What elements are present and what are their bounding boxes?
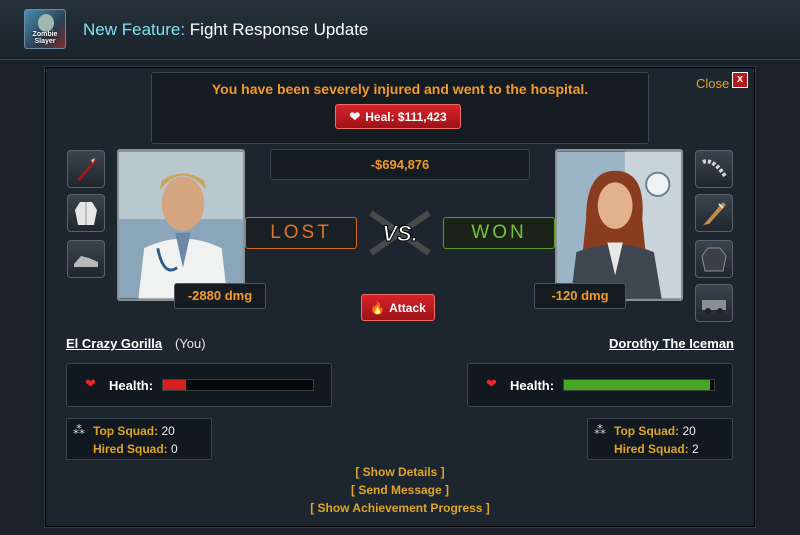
knife-icon[interactable] [67,150,105,188]
opponent-squad-box: ⁂ Top Squad: 20 Hired Squad: 2 [587,418,733,460]
bat-icon[interactable] [695,194,733,232]
top-squad-line: Top Squad: 20 [93,424,175,438]
show-details-link[interactable]: [ Show Details ] [0,465,800,479]
heart-icon: ❤ [486,376,497,391]
injured-message: You have been severely injured and went … [211,81,589,97]
opponent-result: WON [443,217,555,249]
player-health-box: ❤ Health: [66,363,332,407]
opponent-avatar[interactable] [555,149,683,301]
logo-text: Zombie Slayer [32,31,58,45]
game-logo[interactable]: Zombie Slayer [24,9,66,49]
top-bar: Zombie Slayer New Feature: Fight Respons… [0,0,800,60]
page-title: New Feature: Fight Response Update [83,20,368,40]
you-tag: (You) [175,336,206,351]
player-avatar[interactable] [117,149,245,301]
player-result: LOST [245,217,357,249]
player-health-bar [162,379,314,391]
vehicle-icon[interactable] [695,284,733,322]
top-squad-value: 20 [682,424,696,438]
player-name-link[interactable]: El Crazy Gorilla [66,336,162,351]
hired-squad-value: 0 [171,442,178,456]
health-label: Health: [109,378,154,393]
svg-text:VS.: VS. [382,221,417,246]
vs-emblem-icon: VS. [369,210,431,256]
title-main: Fight Response Update [189,20,369,39]
hired-squad-label: Hired Squad: [614,442,689,456]
hired-squad-line: Hired Squad: 2 [614,442,699,456]
attack-label: Attack [389,300,426,315]
labcoat-icon[interactable] [67,194,105,232]
player-damage: -2880 dmg [174,283,266,309]
hired-squad-value: 2 [692,442,699,456]
opponent-health-box: ❤ Health: [467,363,733,407]
opponent-health-bar [563,379,715,391]
squad-icon: ⁂ [73,423,85,437]
opponent-name-link[interactable]: Dorothy The Iceman [609,336,734,351]
top-squad-label: Top Squad: [93,424,159,438]
attack-button[interactable]: 🔥 Attack [361,294,435,321]
hired-squad-line: Hired Squad: 0 [93,442,178,456]
player-squad-box: ⁂ Top Squad: 20 Hired Squad: 0 [66,418,212,460]
heal-label: Heal: $111,423 [365,109,447,124]
close-link[interactable]: Close [696,76,729,91]
shoes-icon[interactable] [67,240,105,278]
heart-icon: ❤ [85,376,96,391]
health-label: Health: [510,378,555,393]
zombie-face-icon [38,14,54,32]
top-squad-value: 20 [161,424,175,438]
title-prefix: New Feature: [83,20,186,39]
top-squad-line: Top Squad: 20 [614,424,696,438]
top-squad-label: Top Squad: [614,424,680,438]
show-achievement-link[interactable]: [ Show Achievement Progress ] [0,501,800,515]
squad-icon: ⁂ [594,423,606,437]
hired-squad-label: Hired Squad: [93,442,168,456]
hospital-notice: You have been severely injured and went … [151,72,649,144]
opponent-damage: -120 dmg [534,283,626,309]
heart-icon: ❤ [349,109,361,124]
chain-icon[interactable] [695,150,733,188]
money-change: -$694,876 [270,149,530,180]
jacket-icon[interactable] [695,240,733,278]
opponent-health-fill [564,380,710,390]
heal-button[interactable]: ❤ Heal: $111,423 [335,104,461,129]
close-icon[interactable]: x [732,72,748,88]
flame-icon: 🔥 [370,300,386,315]
send-message-link[interactable]: [ Send Message ] [0,483,800,497]
player-health-fill [163,380,186,390]
